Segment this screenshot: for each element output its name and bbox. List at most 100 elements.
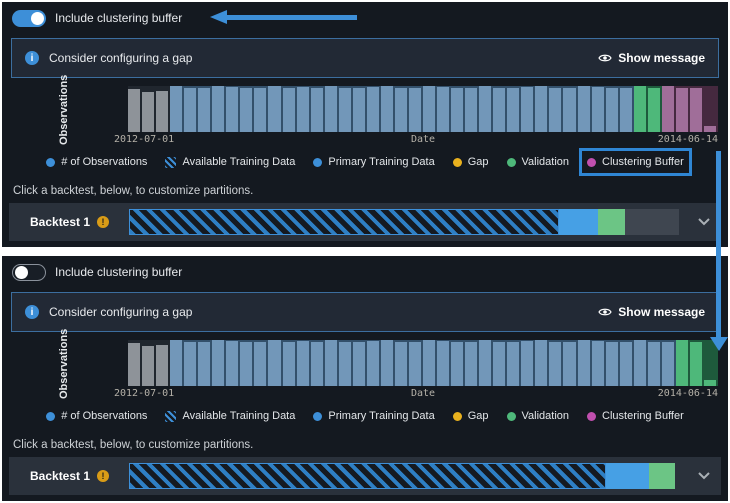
chart-bar-slot <box>493 86 507 132</box>
chart-bar-slot <box>648 86 662 132</box>
backtest-segment-primary[interactable] <box>606 463 648 489</box>
chart-bar-slot <box>493 340 507 386</box>
backtest-segment-hatched[interactable] <box>129 209 559 235</box>
chart-bar-slot <box>254 86 268 132</box>
hatch-swatch-icon <box>165 411 176 422</box>
legend-label: # of Observations <box>61 156 147 168</box>
chart-bar <box>465 342 477 386</box>
dot-swatch-icon <box>507 412 516 421</box>
chart-bar <box>578 86 590 132</box>
dot-swatch-icon <box>453 412 462 421</box>
chart-bar <box>409 342 421 386</box>
chart-bar-slot <box>690 340 704 386</box>
chart-bar-slot <box>339 340 353 386</box>
chart-bar-slot <box>620 86 634 132</box>
legend-item-gap[interactable]: Gap <box>453 156 489 168</box>
legend-label: Validation <box>522 410 570 422</box>
legend-item-available-training-data[interactable]: Available Training Data <box>165 410 295 422</box>
legend-item-primary-training-data[interactable]: Primary Training Data <box>313 156 434 168</box>
legend-item-validation[interactable]: Validation <box>507 156 570 168</box>
backtest-segment-primary[interactable] <box>559 209 598 235</box>
dot-swatch-icon <box>587 412 596 421</box>
chart-bar <box>423 340 435 386</box>
chart-bar-slot <box>423 86 437 132</box>
legend-label: Available Training Data <box>182 410 295 422</box>
chart-bar <box>254 342 266 386</box>
chart-bar <box>395 342 407 386</box>
chart-bar <box>437 87 449 132</box>
chart-bar <box>325 340 337 386</box>
legend-item-available-training-data[interactable]: Available Training Data <box>165 156 295 168</box>
chart-bar <box>353 342 365 386</box>
show-message-label: Show message <box>618 305 705 319</box>
chart-bar-slot <box>283 340 297 386</box>
chart-bar-slot <box>212 340 226 386</box>
chart-bar-slot <box>339 86 353 132</box>
hatch-swatch-icon <box>165 157 176 168</box>
include-clustering-buffer-toggle[interactable] <box>12 10 46 27</box>
include-clustering-buffer-toggle[interactable] <box>12 264 46 281</box>
chart-bar <box>170 86 182 132</box>
chart-bar <box>592 87 604 132</box>
partition-panel-buffer-off: Include clustering buffer i Consider con… <box>2 256 728 501</box>
dot-swatch-icon <box>46 412 55 421</box>
chart-legend: # of Observations Available Training Data… <box>2 404 728 428</box>
chart-bar <box>676 88 688 132</box>
chart-bar <box>507 342 519 386</box>
backtest-label: Backtest 1 <box>30 215 90 229</box>
chart-bar-slot <box>549 86 563 132</box>
backtest-row[interactable]: Backtest 1 ! <box>9 203 721 241</box>
backtest-segment-validation[interactable] <box>598 209 626 235</box>
expand-backtest-button[interactable] <box>687 472 721 480</box>
chart-bar-slot <box>381 86 395 132</box>
page: Include clustering buffer i Consider con… <box>0 0 730 503</box>
legend-item--of-observations[interactable]: # of Observations <box>46 156 147 168</box>
chart-bar <box>521 341 533 386</box>
chart-bar-slot <box>170 86 184 132</box>
chart-bar-slot <box>606 340 620 386</box>
chevron-down-icon <box>698 218 710 226</box>
chart-bar-slot <box>662 86 676 132</box>
backtest-hint: Click a backtest, below, to customize pa… <box>13 185 253 197</box>
chart-bar-slot <box>535 86 549 132</box>
dot-swatch-icon <box>587 158 596 167</box>
chart-bar-slot <box>662 340 676 386</box>
legend-item--of-observations[interactable]: # of Observations <box>46 410 147 422</box>
dot-swatch-icon <box>507 158 516 167</box>
chart-bar <box>465 88 477 132</box>
chart-bar-slot <box>395 86 409 132</box>
chart-bar-slot <box>437 340 451 386</box>
chart-bar-slot <box>521 340 535 386</box>
show-message-button[interactable]: Show message <box>598 305 705 319</box>
legend-item-gap[interactable]: Gap <box>453 410 489 422</box>
backtest-segment-gray[interactable] <box>625 209 679 235</box>
chart-bar <box>240 342 252 386</box>
chart-bar <box>339 88 351 132</box>
backtest-row[interactable]: Backtest 1 ! <box>9 457 721 495</box>
legend-item-clustering-buffer[interactable]: Clustering Buffer <box>587 156 684 168</box>
chart-bar <box>592 341 604 386</box>
backtest-segment-hatched[interactable] <box>129 463 606 489</box>
chart-bar <box>549 88 561 132</box>
chart-bar <box>212 86 224 132</box>
chart-bar-slot <box>353 86 367 132</box>
chart-bar <box>142 346 154 386</box>
legend-item-clustering-buffer[interactable]: Clustering Buffer <box>587 410 684 422</box>
chart-bar <box>535 340 547 386</box>
chart-bar-slot <box>283 86 297 132</box>
chart-bar <box>226 341 238 386</box>
chart-bar-slot <box>254 340 268 386</box>
legend-item-primary-training-data[interactable]: Primary Training Data <box>313 410 434 422</box>
chart-bar <box>268 86 280 132</box>
legend-label: Gap <box>468 410 489 422</box>
chart-bar-slot <box>704 86 718 132</box>
legend-item-validation[interactable]: Validation <box>507 410 570 422</box>
chart-bar <box>283 88 295 132</box>
backtest-segment-validation[interactable] <box>649 463 675 489</box>
dot-swatch-icon <box>46 158 55 167</box>
chart-bar <box>311 342 323 386</box>
show-message-button[interactable]: Show message <box>598 51 705 65</box>
chart-bar-slot <box>592 340 606 386</box>
chevron-down-icon <box>698 472 710 480</box>
chart-bar <box>549 342 561 386</box>
